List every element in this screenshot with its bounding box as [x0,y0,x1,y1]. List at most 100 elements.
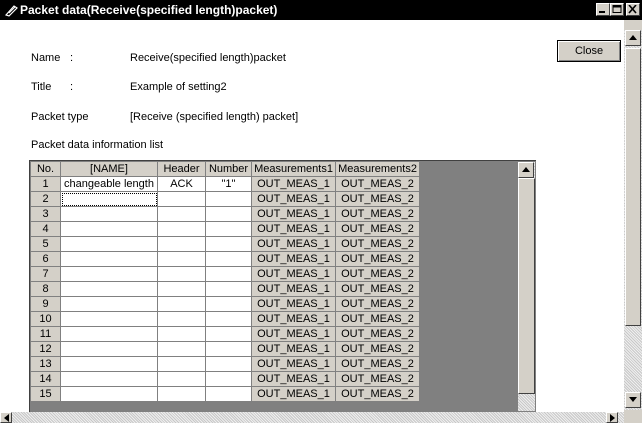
number-cell[interactable] [205,386,252,402]
measurements1-cell[interactable]: OUT_MEAS_1 [251,221,336,237]
number-cell[interactable] [205,326,252,342]
measurements2-cell[interactable]: OUT_MEAS_2 [335,371,420,387]
measurements1-cell[interactable]: OUT_MEAS_1 [251,251,336,267]
header-cell[interactable] [157,221,206,237]
col-number-header[interactable]: Number [205,161,252,177]
measurements1-cell[interactable]: OUT_MEAS_1 [251,356,336,372]
name-cell[interactable] [60,341,158,357]
number-cell[interactable] [205,311,252,327]
measurements1-cell[interactable]: OUT_MEAS_1 [251,281,336,297]
measurements2-cell[interactable]: OUT_MEAS_2 [335,296,420,312]
header-cell[interactable] [157,206,206,222]
col-name-header[interactable]: [NAME] [60,161,158,177]
table-row[interactable]: 12 OUT_MEAS_1 OUT_MEAS_2 [30,341,420,357]
header-cell[interactable] [157,356,206,372]
header-cell[interactable] [157,311,206,327]
number-cell[interactable] [205,221,252,237]
header-cell[interactable] [157,386,206,402]
name-cell[interactable] [60,251,158,267]
header-cell[interactable] [157,341,206,357]
measurements1-cell[interactable]: OUT_MEAS_1 [251,371,336,387]
header-cell[interactable] [157,251,206,267]
name-cell[interactable] [60,371,158,387]
name-cell[interactable] [60,386,158,402]
name-cell[interactable] [60,191,158,207]
measurements1-cell[interactable]: OUT_MEAS_1 [251,326,336,342]
window-scroll-right-button[interactable] [606,412,618,423]
header-cell[interactable] [157,296,206,312]
table-row[interactable]: 14 OUT_MEAS_1 OUT_MEAS_2 [30,371,420,387]
table-row[interactable]: 6 OUT_MEAS_1 OUT_MEAS_2 [30,251,420,267]
table-row[interactable]: 15 OUT_MEAS_1 OUT_MEAS_2 [30,386,420,402]
window-scroll-up-button[interactable] [625,30,641,46]
window-scroll-left-button[interactable] [0,412,12,423]
name-cell[interactable] [60,296,158,312]
table-row[interactable]: 7 OUT_MEAS_1 OUT_MEAS_2 [30,266,420,282]
name-cell[interactable] [60,221,158,237]
measurements1-cell[interactable]: OUT_MEAS_1 [251,236,336,252]
window-horizontal-scrollbar[interactable] [0,412,624,423]
header-cell[interactable] [157,266,206,282]
measurements1-cell[interactable]: OUT_MEAS_1 [251,266,336,282]
name-cell[interactable] [60,311,158,327]
number-cell[interactable] [205,356,252,372]
header-cell[interactable] [157,236,206,252]
name-cell[interactable] [60,326,158,342]
col-header-header[interactable]: Header [157,161,206,177]
table-row[interactable]: 13 OUT_MEAS_1 OUT_MEAS_2 [30,356,420,372]
number-cell[interactable] [205,341,252,357]
measurements2-cell[interactable]: OUT_MEAS_2 [335,176,420,192]
grid-scroll-thumb[interactable] [518,178,535,394]
measurements2-cell[interactable]: OUT_MEAS_2 [335,386,420,402]
header-cell[interactable]: ACK [157,176,206,192]
window-vertical-scrollbar[interactable] [624,30,642,410]
name-cell[interactable] [60,266,158,282]
col-measurements2-header[interactable]: Measurements2 [335,161,420,177]
window-scroll-thumb[interactable] [625,48,641,326]
table-row[interactable]: 2 OUT_MEAS_1 OUT_MEAS_2 [30,191,420,207]
number-cell[interactable] [205,206,252,222]
number-cell[interactable] [205,266,252,282]
table-row[interactable]: 11 OUT_MEAS_1 OUT_MEAS_2 [30,326,420,342]
table-row[interactable]: 3 OUT_MEAS_1 OUT_MEAS_2 [30,206,420,222]
table-row[interactable]: 10 OUT_MEAS_1 OUT_MEAS_2 [30,311,420,327]
measurements2-cell[interactable]: OUT_MEAS_2 [335,266,420,282]
measurements2-cell[interactable]: OUT_MEAS_2 [335,236,420,252]
title-bar[interactable]: Packet data(Receive(specified length)pac… [0,0,642,20]
header-cell[interactable] [157,281,206,297]
table-row[interactable]: 1 changeable length ACK "1" OUT_MEAS_1 OUT_ME… [30,176,420,192]
measurements2-cell[interactable]: OUT_MEAS_2 [335,221,420,237]
measurements1-cell[interactable]: OUT_MEAS_1 [251,176,336,192]
measurements2-cell[interactable]: OUT_MEAS_2 [335,356,420,372]
col-no-header[interactable]: No. [30,161,61,177]
number-cell[interactable] [205,371,252,387]
number-cell[interactable] [205,236,252,252]
header-cell[interactable] [157,371,206,387]
close-window-button[interactable] [626,3,640,16]
measurements1-cell[interactable]: OUT_MEAS_1 [251,191,336,207]
name-cell[interactable] [60,236,158,252]
measurements1-cell[interactable]: OUT_MEAS_1 [251,386,336,402]
name-cell[interactable] [60,206,158,222]
table-row[interactable]: 8 OUT_MEAS_1 OUT_MEAS_2 [30,281,420,297]
number-cell[interactable] [205,296,252,312]
name-cell[interactable] [60,356,158,372]
measurements2-cell[interactable]: OUT_MEAS_2 [335,311,420,327]
number-cell[interactable] [205,281,252,297]
minimize-button[interactable] [596,3,610,16]
window-scroll-down-button[interactable] [625,392,641,408]
number-cell[interactable] [205,251,252,267]
number-cell[interactable]: "1" [205,176,252,192]
col-measurements1-header[interactable]: Measurements1 [251,161,336,177]
measurements2-cell[interactable]: OUT_MEAS_2 [335,281,420,297]
measurements1-cell[interactable]: OUT_MEAS_1 [251,311,336,327]
close-button[interactable]: Close [557,40,621,62]
measurements2-cell[interactable]: OUT_MEAS_2 [335,191,420,207]
measurements2-cell[interactable]: OUT_MEAS_2 [335,341,420,357]
number-cell[interactable] [205,191,252,207]
measurements2-cell[interactable]: OUT_MEAS_2 [335,326,420,342]
table-row[interactable]: 4 OUT_MEAS_1 OUT_MEAS_2 [30,221,420,237]
measurements1-cell[interactable]: OUT_MEAS_1 [251,341,336,357]
measurements1-cell[interactable]: OUT_MEAS_1 [251,206,336,222]
table-row[interactable]: 9 OUT_MEAS_1 OUT_MEAS_2 [30,296,420,312]
